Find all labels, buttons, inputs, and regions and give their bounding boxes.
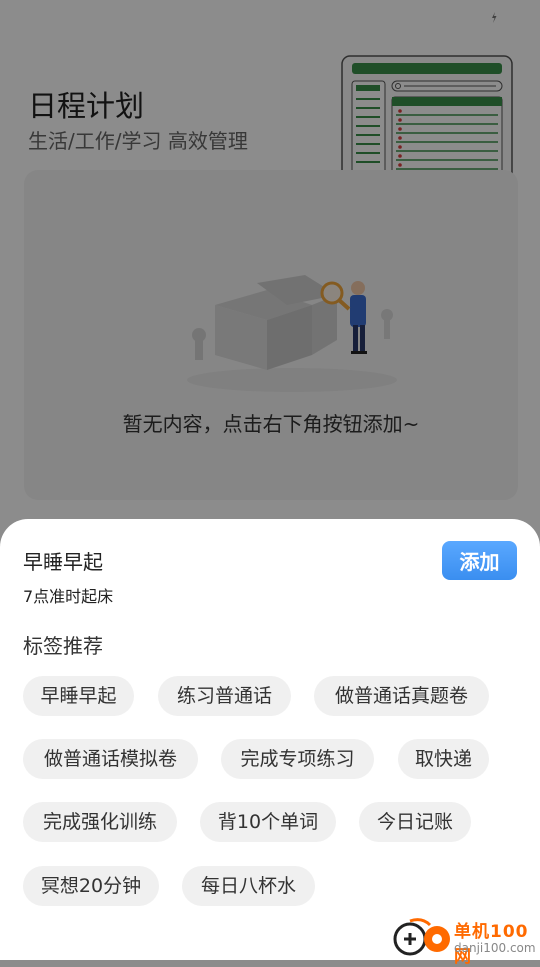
task-description[interactable]: 7点准时起床	[23, 583, 113, 607]
add-task-sheet: 早睡早起 7点准时起床 添加 标签推荐 早睡早起 练习普通话 做普通话真题卷 做…	[0, 519, 540, 960]
tag-chip[interactable]: 完成专项练习	[221, 739, 374, 779]
tag-chip[interactable]: 取快递	[398, 739, 489, 779]
tag-chip[interactable]: 冥想20分钟	[23, 866, 159, 906]
tag-chip[interactable]: 练习普通话	[158, 676, 291, 716]
tag-chip[interactable]: 背10个单词	[200, 802, 336, 842]
tag-chip[interactable]: 完成强化训练	[23, 802, 177, 842]
tag-chip[interactable]: 早睡早起	[23, 676, 134, 716]
tags-heading: 标签推荐	[23, 634, 103, 658]
tag-chip[interactable]: 做普通话模拟卷	[23, 739, 198, 779]
watermark: 单机100网 danji100.com	[392, 917, 540, 967]
watermark-url: danji100.com	[454, 941, 536, 955]
task-title[interactable]: 早睡早起	[23, 546, 103, 575]
tag-chip[interactable]: 做普通话真题卷	[314, 676, 489, 716]
tag-chip[interactable]: 每日八杯水	[182, 866, 315, 906]
tag-chip[interactable]: 今日记账	[359, 802, 471, 842]
watermark-logo-icon	[393, 918, 450, 956]
add-button[interactable]: 添加	[442, 541, 517, 580]
